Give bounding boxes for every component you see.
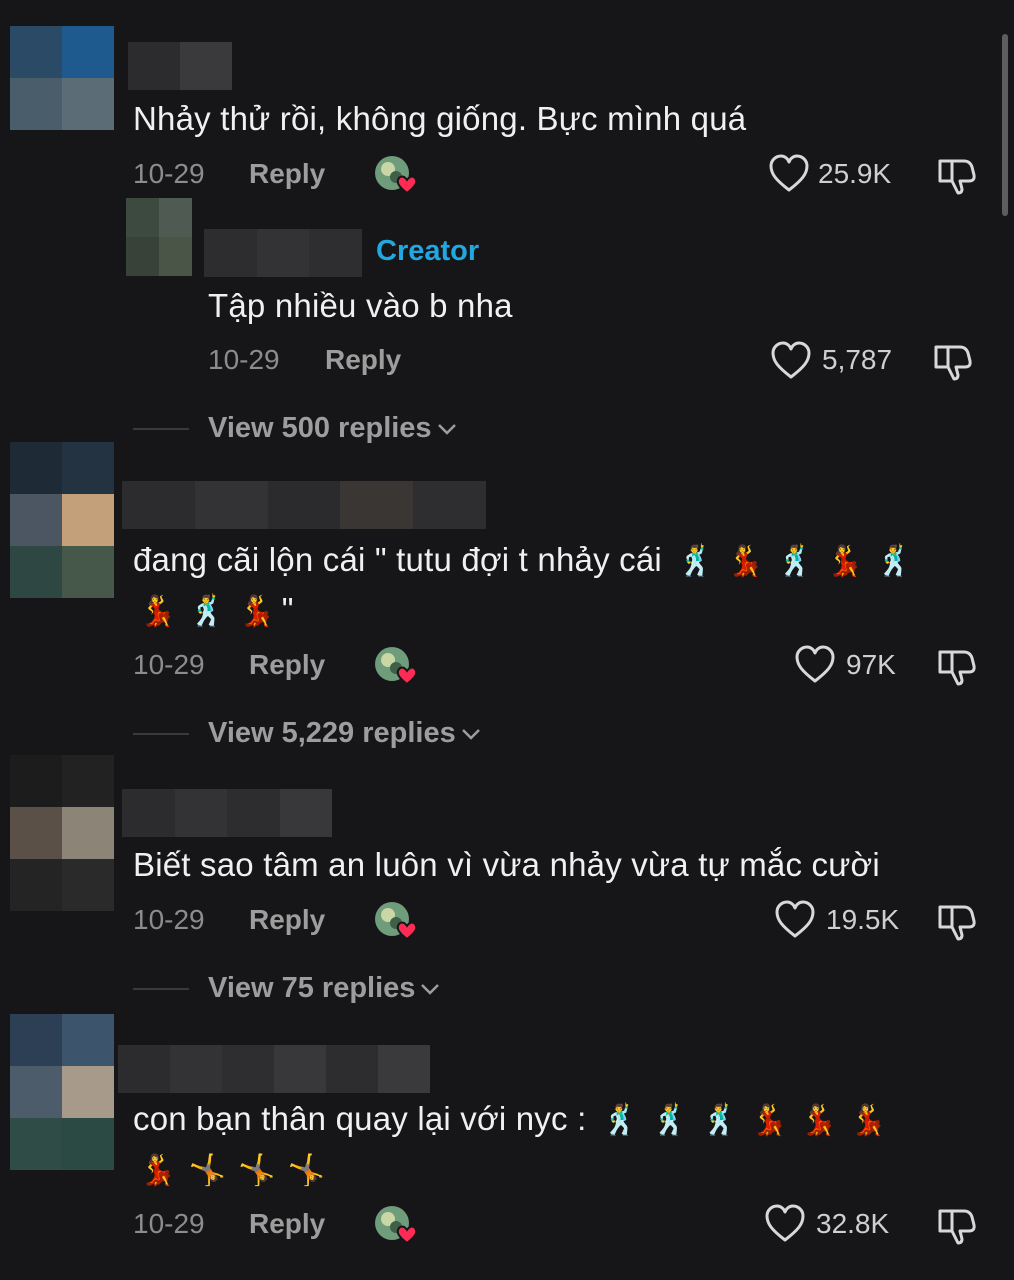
- comment-date: 10-29: [133, 649, 205, 680]
- comment-text-line2: 💃 🤸 🤸 🤸: [133, 1149, 331, 1191]
- view-replies-label: View 500 replies: [208, 412, 432, 444]
- creator-liked-icon: [375, 647, 418, 686]
- chevron-down-icon: [461, 729, 480, 741]
- reply-button[interactable]: Reply: [249, 903, 325, 937]
- woman-dancing-emoji: 💃: [139, 1154, 177, 1187]
- avatar[interactable]: [10, 26, 114, 130]
- like-count: 19.5K: [826, 904, 900, 935]
- comment-text: đang cãi lộn cái " tutu đợi t nhảy cái 🕺…: [133, 540, 919, 582]
- view-replies-button[interactable]: View 5,229 replies: [208, 716, 482, 750]
- cartwheel-emoji: 🤸: [188, 1154, 227, 1187]
- divider: [133, 733, 189, 735]
- like-count: 5,787: [822, 344, 893, 375]
- view-replies-button[interactable]: View 75 replies: [208, 971, 441, 1005]
- comment-date: 10-29: [133, 158, 205, 189]
- man-dancing-emoji: 🕺: [188, 595, 227, 628]
- view-replies-button[interactable]: View 500 replies: [208, 411, 458, 445]
- dislike-icon[interactable]: [936, 646, 978, 688]
- man-dancing-emoji: 🕺: [677, 545, 715, 578]
- heart-icon[interactable]: [794, 645, 836, 685]
- chevron-down-icon: [437, 424, 456, 436]
- woman-dancing-emoji: 💃: [800, 1104, 838, 1137]
- creator-liked-icon: [375, 156, 418, 195]
- heart-icon[interactable]: [774, 900, 816, 940]
- avatar[interactable]: [10, 1014, 114, 1170]
- woman-dancing-emoji: 💃: [139, 595, 177, 628]
- username-blurred[interactable]: [122, 481, 486, 529]
- divider: [133, 428, 189, 430]
- comment-date: 10-29: [133, 904, 205, 935]
- woman-dancing-emoji: 💃: [849, 1104, 888, 1137]
- comment-text-line1: đang cãi lộn cái " tutu đợi t nhảy cái: [133, 541, 662, 578]
- dislike-icon[interactable]: [936, 155, 978, 197]
- username-blurred[interactable]: [204, 229, 363, 277]
- reply-button[interactable]: Reply: [249, 157, 325, 191]
- dislike-icon[interactable]: [932, 341, 974, 383]
- heart-icon[interactable]: [768, 154, 810, 194]
- scrollbar[interactable]: [1002, 34, 1008, 216]
- woman-dancing-emoji: 💃: [238, 595, 276, 628]
- creator-liked-icon: [375, 1206, 418, 1245]
- creator-badge: Creator: [376, 235, 480, 267]
- reply-button[interactable]: Reply: [325, 343, 401, 377]
- view-replies-label: View 75 replies: [208, 972, 416, 1004]
- comment-text: con bạn thân quay lại với nyc : 🕺 🕺 🕺 💃 💃 💃: [133, 1099, 893, 1141]
- comment-text: Tập nhiều vào b nha: [208, 287, 513, 324]
- divider: [133, 988, 189, 990]
- dislike-icon[interactable]: [936, 901, 978, 943]
- comment-text-line1: con bạn thân quay lại với nyc :: [133, 1100, 587, 1137]
- woman-dancing-emoji: 💃: [826, 545, 864, 578]
- comment-text-line2: 💃 🕺 💃 ": [133, 590, 294, 632]
- heart-icon[interactable]: [770, 341, 812, 381]
- like-count: 32.8K: [816, 1208, 890, 1239]
- cartwheel-emoji: 🤸: [238, 1154, 276, 1187]
- username-blurred[interactable]: [118, 1045, 430, 1093]
- man-dancing-emoji: 🕺: [601, 1104, 640, 1137]
- heart-icon[interactable]: [764, 1204, 806, 1244]
- like-count: 97K: [846, 649, 896, 680]
- closing-quote: ": [281, 591, 294, 628]
- chevron-down-icon: [421, 984, 440, 996]
- man-dancing-emoji: 🕺: [776, 545, 814, 578]
- woman-dancing-emoji: 💃: [726, 545, 765, 578]
- comment-text: Biết sao tâm an luôn vì vừa nhảy vừa tự …: [133, 846, 880, 883]
- woman-dancing-emoji: 💃: [750, 1104, 789, 1137]
- man-dancing-emoji: 🕺: [875, 545, 914, 578]
- creator-liked-icon: [375, 902, 418, 941]
- man-dancing-emoji: 🕺: [651, 1104, 689, 1137]
- avatar[interactable]: [126, 198, 192, 276]
- avatar[interactable]: [10, 442, 114, 598]
- dislike-icon[interactable]: [936, 1205, 978, 1247]
- reply-button[interactable]: Reply: [249, 1207, 325, 1241]
- man-dancing-emoji: 🕺: [700, 1104, 739, 1137]
- comment-text: Nhảy thử rồi, không giống. Bực mình quá: [133, 100, 747, 137]
- username-blurred[interactable]: [128, 42, 232, 90]
- reply-button[interactable]: Reply: [249, 648, 325, 682]
- cartwheel-emoji: 🤸: [287, 1154, 326, 1187]
- comment-date: 10-29: [208, 344, 280, 375]
- like-count: 25.9K: [818, 158, 892, 189]
- view-replies-label: View 5,229 replies: [208, 717, 456, 749]
- comment-date: 10-29: [133, 1208, 205, 1239]
- username-blurred[interactable]: [122, 789, 332, 837]
- avatar[interactable]: [10, 755, 114, 911]
